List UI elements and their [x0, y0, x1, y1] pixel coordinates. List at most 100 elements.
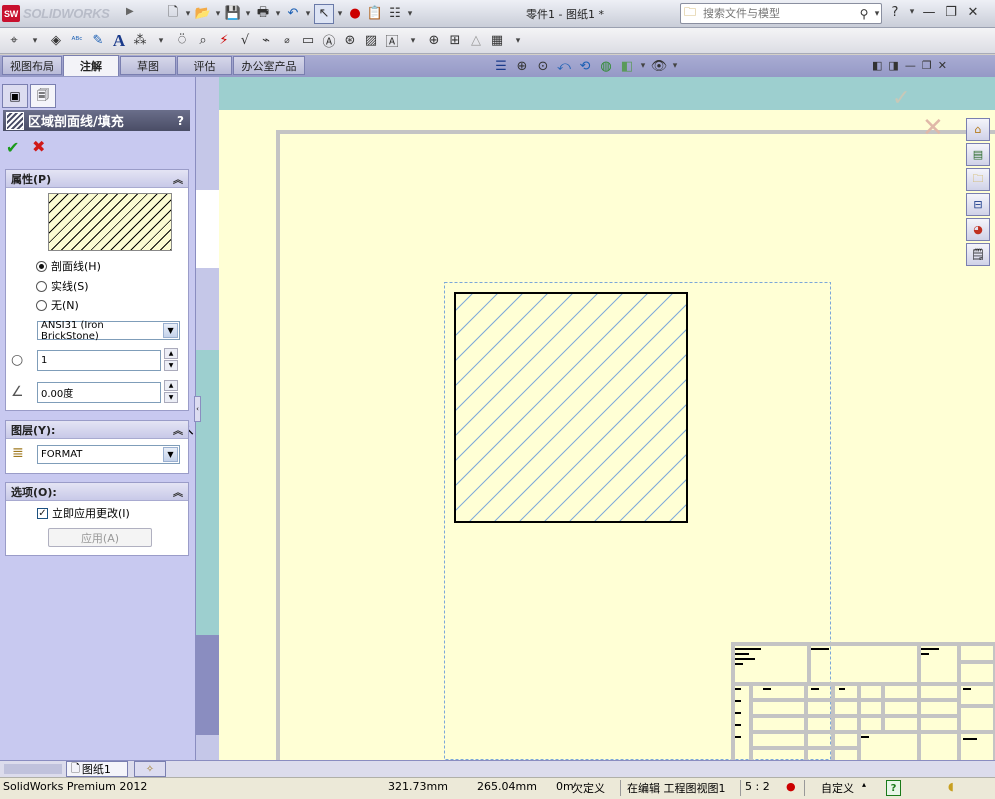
zoom-to-fit-icon[interactable]: ⊕ — [513, 57, 531, 75]
unit-menu-icon[interactable]: ▴ — [862, 780, 866, 789]
balloon-icon[interactable]: ⍥ — [172, 31, 192, 51]
save-icon[interactable]: 💾 — [224, 5, 242, 23]
restore-icon[interactable]: ❐ — [942, 3, 960, 21]
spin-up-icon[interactable]: ▲ — [164, 348, 178, 359]
options-icon[interactable]: ☷ — [386, 5, 404, 23]
geometric-tolerance-icon[interactable]: ▭ — [298, 31, 318, 51]
collapse-icon[interactable]: ︽ — [173, 422, 183, 437]
hole-callout-icon[interactable]: ⌀ — [277, 31, 297, 51]
chevron-down-icon[interactable]: ▾ — [274, 5, 282, 23]
search-input[interactable] — [701, 6, 855, 21]
doc-minimize-icon[interactable]: — — [905, 59, 916, 72]
rebuild-icon[interactable]: ● — [346, 5, 364, 23]
appearances-scenes-icon[interactable]: ◕ — [966, 218, 990, 241]
undo-icon[interactable]: ↶ — [284, 5, 302, 23]
display-style-icon[interactable]: ◍ — [597, 57, 615, 75]
spin-buttons[interactable]: ▲ ▼ — [164, 380, 178, 404]
doc-close-icon[interactable]: ✕ — [938, 59, 947, 72]
apply-immediately-checkbox[interactable]: ✓ — [37, 507, 48, 519]
spin-down-icon[interactable]: ▼ — [164, 392, 178, 403]
chevron-down-icon[interactable]: ▾ — [304, 5, 312, 23]
doc-restore-icon[interactable]: ❐ — [922, 59, 932, 72]
datum-target-icon[interactable]: ⊛ — [340, 31, 360, 51]
radio-hatch[interactable]: 剖面线(H) — [36, 258, 101, 274]
smart-dimension-icon[interactable]: ⌖ — [4, 31, 24, 51]
chevron-down-icon[interactable]: ▾ — [671, 57, 679, 75]
chevron-down-icon[interactable]: ▼ — [163, 323, 178, 338]
radio-button[interactable] — [36, 280, 47, 292]
unit-system[interactable]: 自定义 — [821, 780, 854, 796]
collapse-icon[interactable]: ︽ — [173, 171, 183, 186]
chevron-down-icon[interactable]: ▾ — [25, 31, 45, 51]
spin-buttons[interactable]: ▲ ▼ — [164, 348, 178, 372]
chevron-down-icon[interactable]: ▾ — [244, 5, 252, 23]
chevron-down-icon[interactable]: ▾ — [214, 5, 222, 23]
new-document-icon[interactable]: 🗋 — [164, 5, 182, 23]
hatch-pattern-select[interactable]: ANSI31 (Iron BrickStone) ▼ — [37, 320, 180, 342]
previous-window-icon[interactable]: ◧ — [872, 59, 882, 72]
tab-evaluate[interactable]: 评估 — [177, 56, 232, 75]
tab-annotation[interactable]: 注解 — [63, 55, 119, 76]
cancel-button[interactable]: ✖ — [32, 137, 45, 156]
chevron-down-icon[interactable]: ▼ — [163, 447, 178, 462]
revision-symbol-icon[interactable]: △ — [466, 31, 486, 51]
hide-show-icon[interactable]: 👁 — [650, 57, 668, 75]
chevron-down-icon[interactable]: ▾ — [151, 31, 171, 51]
chevron-down-icon[interactable]: ▾ — [403, 31, 423, 51]
ok-button[interactable]: ✔ — [6, 138, 19, 157]
minimize-icon[interactable]: — — [920, 3, 938, 21]
center-mark-icon[interactable]: ⊕ — [424, 31, 444, 51]
zoom-to-area-icon[interactable]: ⊙ — [534, 57, 552, 75]
layer-select[interactable]: FORMAT ▼ — [37, 445, 180, 464]
menu-expand-icon[interactable]: ▶ — [126, 6, 134, 17]
auto-balloon-icon[interactable]: ⌕ — [193, 31, 213, 51]
add-sheet-button[interactable]: ✧ — [134, 761, 166, 777]
previous-view-icon[interactable]: ⤺ — [555, 57, 573, 75]
close-icon[interactable]: ✕ — [964, 3, 982, 21]
radio-none[interactable]: 无(N) — [36, 297, 79, 313]
tab-view-layout[interactable]: 视图布局 — [2, 56, 62, 75]
radio-button[interactable] — [36, 260, 47, 272]
radio-solid[interactable]: 实线(S) — [36, 278, 89, 294]
weld-symbol-icon[interactable]: ⌁ — [256, 31, 276, 51]
radio-button[interactable] — [36, 299, 47, 311]
spin-down-icon[interactable]: ▼ — [164, 360, 178, 371]
block-icon[interactable]: 🄰 — [382, 31, 402, 51]
area-hatch-icon[interactable]: ▨ — [361, 31, 381, 51]
linear-note-pattern-icon[interactable]: ⁂ — [130, 31, 150, 51]
options-group-header[interactable]: 选项(O): ︽ — [6, 483, 188, 501]
square-sketch[interactable] — [454, 292, 688, 523]
print-icon[interactable]: 🖶 — [254, 5, 272, 23]
notification-icon[interactable]: ◖ — [948, 780, 954, 793]
datum-feature-icon[interactable]: Ⓐ — [319, 31, 339, 51]
chevron-down-icon[interactable]: ▾ — [873, 5, 881, 23]
file-properties-icon[interactable]: 📋 — [366, 5, 384, 23]
open-folder-icon[interactable]: 📂 — [194, 5, 212, 23]
search-box[interactable]: 🗀 ⚲ ▾ — [680, 3, 882, 24]
help-icon[interactable]: ? — [177, 114, 184, 128]
solidworks-logo[interactable]: SW SOLIDWORKS — [2, 4, 130, 23]
solidworks-resources-icon[interactable]: ⌂ — [966, 118, 990, 141]
search-icon[interactable]: ⚲ — [855, 5, 873, 23]
next-window-icon[interactable]: ◨ — [888, 59, 898, 72]
format-painter-icon[interactable]: ✎ — [88, 31, 108, 51]
sheet-nav-buttons[interactable] — [4, 764, 62, 774]
chevron-down-icon[interactable]: ▾ — [639, 57, 647, 75]
confirm-corner-ok-icon[interactable]: ✓ — [892, 86, 910, 111]
sheet-tab-sheet1[interactable]: 🗋 图纸1 — [66, 761, 128, 777]
layer-group-header[interactable]: 图层(Y): ︽ — [6, 421, 188, 439]
chevron-down-icon[interactable]: ▾ — [508, 31, 528, 51]
confirm-corner-cancel-icon[interactable]: ✕ — [922, 113, 944, 143]
table-icon[interactable]: ▦ — [487, 31, 507, 51]
view-orientation-icon[interactable]: ☰ — [492, 57, 510, 75]
property-manager-tab-icon[interactable]: 🗐 — [30, 84, 56, 108]
chevron-down-icon[interactable]: ▾ — [406, 5, 414, 23]
apply-immediately-option[interactable]: ✓ 立即应用更改(I) — [37, 505, 130, 521]
spin-up-icon[interactable]: ▲ — [164, 380, 178, 391]
select-cursor-icon[interactable]: ↖ — [314, 3, 334, 24]
tab-sketch[interactable]: 草图 — [120, 56, 176, 75]
chevron-down-icon[interactable]: ▾ — [336, 5, 344, 23]
chevron-down-icon[interactable]: ▾ — [908, 3, 916, 21]
design-library-icon[interactable]: ▤ — [966, 143, 990, 166]
view-palette-icon[interactable]: ⊟ — [966, 193, 990, 216]
